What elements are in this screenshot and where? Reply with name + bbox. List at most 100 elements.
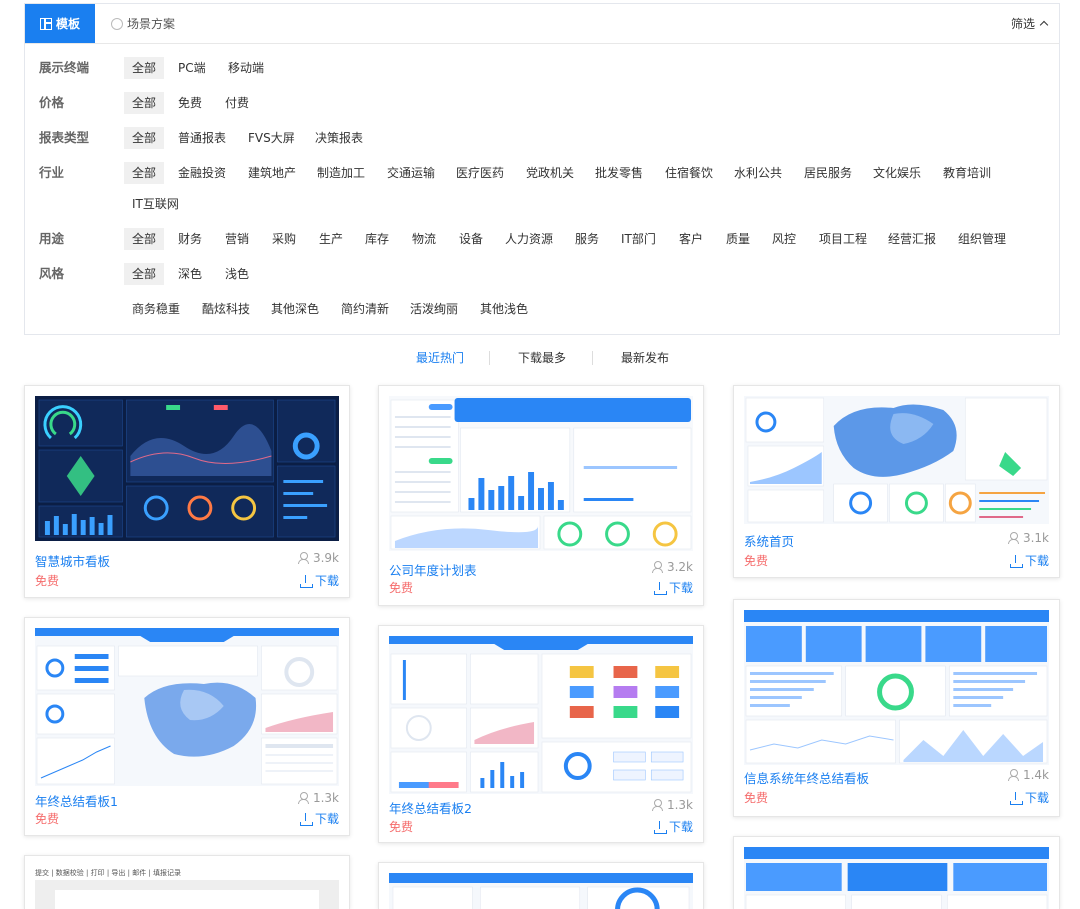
- filter-option[interactable]: 人力资源: [497, 228, 561, 250]
- template-thumbnail[interactable]: [744, 610, 1049, 765]
- filter-option[interactable]: 免费: [170, 92, 210, 114]
- filter-toggle[interactable]: 筛选: [1011, 4, 1049, 43]
- filter-option[interactable]: 金融投资: [170, 162, 234, 184]
- filter-option[interactable]: FVS大屏: [240, 127, 303, 149]
- card-title[interactable]: 系统首页: [744, 531, 794, 550]
- filter-option[interactable]: 全部: [124, 228, 165, 250]
- template-thumbnail[interactable]: [389, 396, 693, 551]
- filter-option[interactable]: 付费: [217, 92, 257, 114]
- sort-recent-hot[interactable]: 最近热门: [416, 347, 464, 369]
- filter-option[interactable]: 医疗医药: [448, 162, 512, 184]
- filter-option[interactable]: 服务: [567, 228, 607, 250]
- download-button[interactable]: 下载: [653, 579, 693, 596]
- filter-option[interactable]: 商务稳重: [124, 298, 188, 320]
- template-card[interactable]: 年终总结看板1 免费 1.3k 下载: [24, 617, 350, 836]
- download-button[interactable]: 下载: [1009, 789, 1049, 806]
- card-title[interactable]: 年终总结看板1: [35, 791, 118, 810]
- filter-option[interactable]: 质量: [718, 228, 758, 250]
- filter-option[interactable]: 深色: [170, 263, 210, 285]
- filter-option[interactable]: 物流: [404, 228, 444, 250]
- card-views: 3.2k: [651, 560, 693, 574]
- filter-option[interactable]: 酷炫科技: [194, 298, 258, 320]
- filter-option[interactable]: 营销: [217, 228, 257, 250]
- filter-option[interactable]: 全部: [124, 162, 165, 184]
- template-thumbnail[interactable]: [389, 873, 693, 909]
- filter-option[interactable]: 移动端: [220, 57, 272, 79]
- template-card-partial[interactable]: 提交 | 数据校验 | 打印 | 导出 | 邮件 | 填报记录: [24, 855, 350, 909]
- filter-option[interactable]: 项目工程: [811, 228, 875, 250]
- template-thumbnail[interactable]: [35, 628, 339, 786]
- filter-option[interactable]: 生产: [311, 228, 351, 250]
- download-button[interactable]: 下载: [1009, 552, 1049, 569]
- template-thumbnail[interactable]: [744, 396, 1049, 524]
- card-title[interactable]: 智慧城市看板: [35, 551, 110, 570]
- filter-option[interactable]: IT部门: [613, 228, 664, 250]
- filter-option[interactable]: 建筑地产: [240, 162, 304, 184]
- filter-option[interactable]: 全部: [124, 127, 165, 149]
- filter-option[interactable]: 库存: [357, 228, 397, 250]
- download-label: 下载: [668, 581, 693, 595]
- filter-option[interactable]: 居民服务: [796, 162, 860, 184]
- template-thumbnail[interactable]: [744, 847, 1049, 909]
- template-card[interactable]: 系统首页 免费 3.1k 下载: [733, 385, 1060, 578]
- filter-option[interactable]: 水利公共: [726, 162, 790, 184]
- card-title[interactable]: 公司年度计划表: [389, 560, 477, 579]
- filter-option[interactable]: 全部: [124, 92, 165, 114]
- filter-option[interactable]: 教育培训: [935, 162, 999, 184]
- template-thumbnail[interactable]: 提交 | 数据校验 | 打印 | 导出 | 邮件 | 填报记录: [35, 866, 339, 909]
- filter-option[interactable]: 决策报表: [307, 127, 371, 149]
- filter-option[interactable]: 设备: [451, 228, 491, 250]
- grid-icon: [39, 17, 52, 30]
- sort-newest[interactable]: 最新发布: [621, 347, 669, 369]
- template-card-partial[interactable]: [378, 862, 704, 909]
- card-views-count: 1.3k: [666, 798, 693, 812]
- filter-option[interactable]: 组织管理: [950, 228, 1014, 250]
- filter-option[interactable]: 其他深色: [263, 298, 327, 320]
- filter-option[interactable]: 制造加工: [309, 162, 373, 184]
- card-title[interactable]: 信息系统年终总结看板: [744, 768, 869, 787]
- card-title[interactable]: 年终总结看板2: [389, 798, 472, 817]
- user-icon: [651, 799, 663, 811]
- template-card[interactable]: 公司年度计划表 免费 3.2k 下载: [378, 385, 704, 606]
- download-icon: [299, 812, 313, 826]
- filter-option[interactable]: 批发零售: [587, 162, 651, 184]
- filter-option[interactable]: 全部: [124, 263, 165, 285]
- filter-option[interactable]: 经营汇报: [880, 228, 944, 250]
- template-card[interactable]: 智慧城市看板 免费 3.9k 下载: [24, 385, 350, 598]
- filter-option[interactable]: 简约清新: [333, 298, 397, 320]
- download-button[interactable]: 下载: [299, 572, 339, 589]
- filter-option[interactable]: 其他浅色: [472, 298, 536, 320]
- sort-most-downloads[interactable]: 下载最多: [518, 347, 566, 369]
- filter-option[interactable]: 采购: [264, 228, 304, 250]
- template-thumbnail[interactable]: [35, 396, 339, 541]
- download-button[interactable]: 下载: [299, 810, 339, 827]
- sort-divider: [489, 351, 490, 365]
- filter-option[interactable]: 全部: [124, 57, 165, 79]
- filter-panel: 模板 场景方案 筛选 展示终端 全部 PC端 移动端 价格 全部 免费 付费 报…: [24, 3, 1060, 335]
- template-card[interactable]: 年终总结看板2 免费 1.3k 下载: [378, 625, 704, 843]
- filter-option[interactable]: IT互联网: [124, 193, 187, 215]
- filter-option[interactable]: PC端: [170, 57, 214, 79]
- download-label: 下载: [314, 812, 339, 826]
- template-thumbnail[interactable]: [389, 636, 693, 794]
- card-price: 免费: [35, 812, 60, 826]
- filter-option[interactable]: 活泼绚丽: [402, 298, 466, 320]
- template-card-partial[interactable]: [733, 836, 1060, 909]
- filter-option[interactable]: 客户: [671, 228, 711, 250]
- filter-label: 风格: [39, 266, 65, 281]
- download-button[interactable]: 下载: [653, 818, 693, 835]
- filter-option[interactable]: 浅色: [217, 263, 257, 285]
- template-card[interactable]: 信息系统年终总结看板 免费 1.4k 下载: [733, 599, 1060, 817]
- filter-option[interactable]: 风控: [764, 228, 804, 250]
- user-icon: [1007, 532, 1019, 544]
- filter-option[interactable]: 住宿餐饮: [657, 162, 721, 184]
- filter-option[interactable]: 普通报表: [170, 127, 234, 149]
- tab-templates[interactable]: 模板: [25, 4, 95, 43]
- card-views: 1.3k: [297, 791, 339, 805]
- filter-option[interactable]: 党政机关: [518, 162, 582, 184]
- filter-option[interactable]: 文化娱乐: [865, 162, 929, 184]
- tab-scenarios[interactable]: 场景方案: [111, 4, 175, 43]
- filter-option[interactable]: 财务: [170, 228, 210, 250]
- download-label: 下载: [314, 574, 339, 588]
- filter-option[interactable]: 交通运输: [379, 162, 443, 184]
